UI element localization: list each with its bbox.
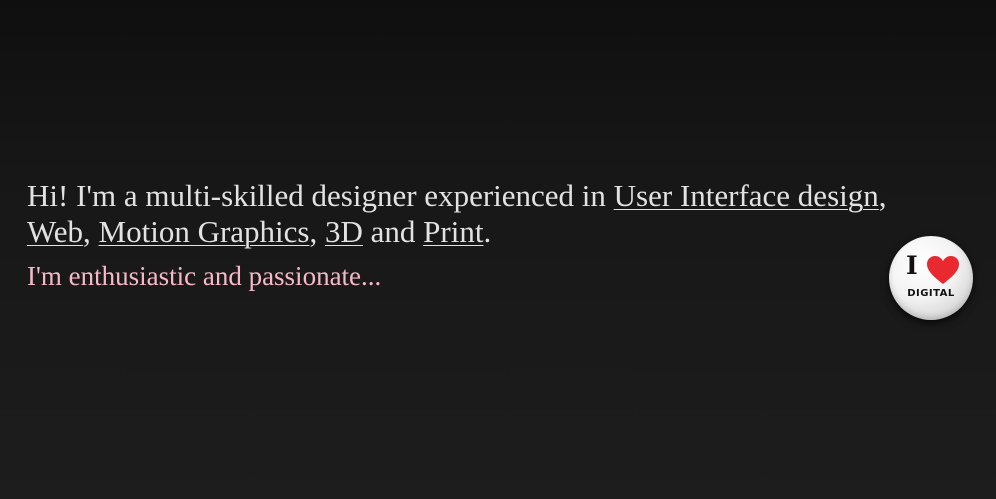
intro-period: . [483, 214, 492, 249]
link-user-interface-design[interactable]: User Interface design [614, 178, 879, 213]
link-motion-graphics[interactable]: Motion Graphics [99, 214, 310, 249]
i-love-digital-badge: I DIGITAL [889, 236, 973, 320]
heart-icon [927, 256, 959, 284]
intro-conjunction: and [362, 214, 424, 249]
intro-paragraph: Hi! I'm a multi-skilled designer experie… [27, 178, 927, 250]
link-print[interactable]: Print [423, 214, 483, 249]
link-3d[interactable]: 3D [325, 214, 363, 249]
intro-greeting: Hi! I'm a multi-skilled designer experie… [27, 178, 614, 213]
intro-separator: , [309, 214, 325, 249]
intro-separator: , [878, 178, 887, 213]
intro-separator: , [83, 214, 99, 249]
badge-word: DIGITAL [907, 288, 955, 299]
link-web[interactable]: Web [27, 214, 83, 249]
badge-letter: I [906, 251, 918, 280]
tagline: I'm enthusiastic and passionate... [27, 261, 382, 291]
